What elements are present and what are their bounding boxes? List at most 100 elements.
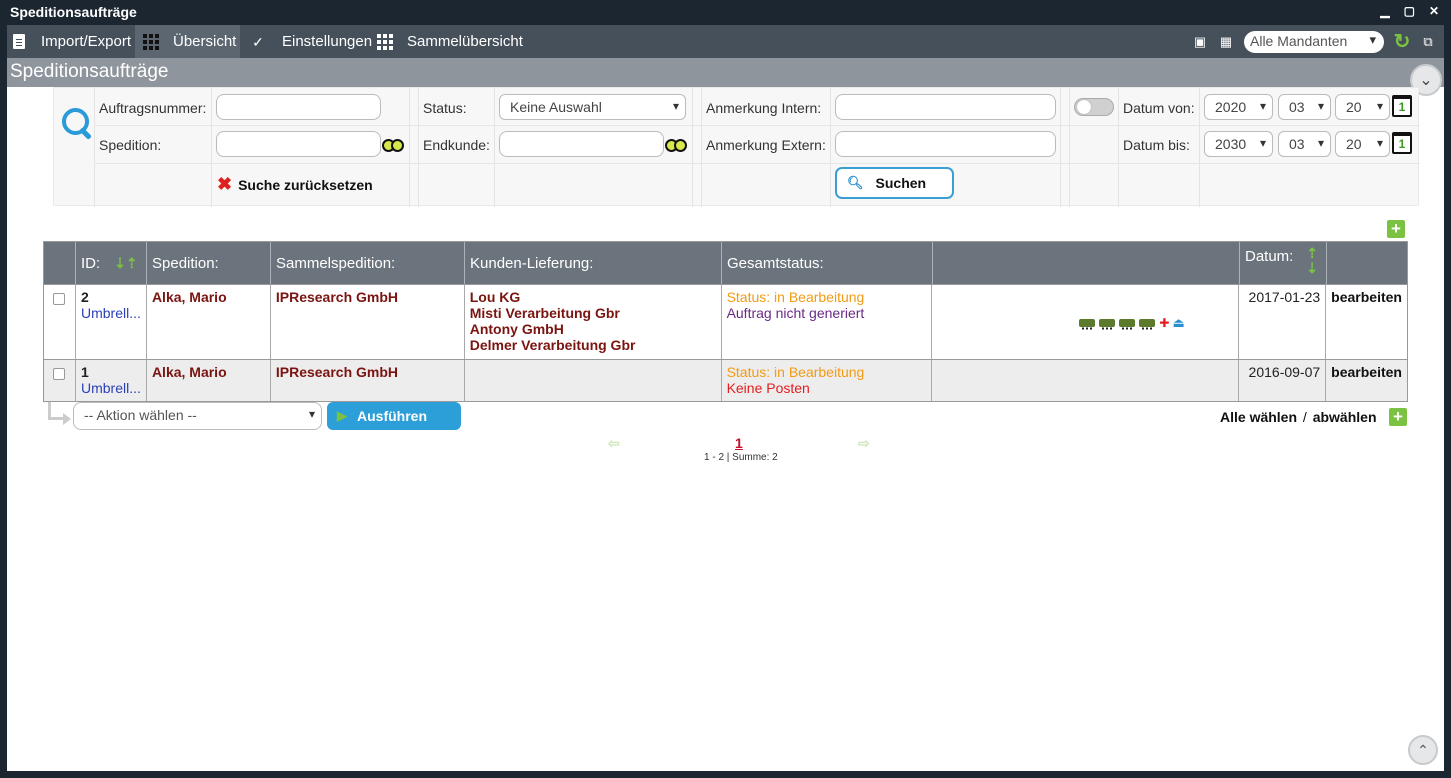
tab-einstellungen[interactable]: ✓ Einstellungen <box>250 25 372 58</box>
reset-search-button[interactable]: ✖ Suche zurücksetzen <box>217 174 373 195</box>
status-icons: ✚ ⏏ <box>1079 315 1185 331</box>
column-id[interactable]: ID: ⇣⇡ <box>76 242 147 284</box>
truck-icon[interactable] <box>1139 319 1156 330</box>
row-sub-link[interactable]: Umbrell... <box>81 380 141 396</box>
package-add-icon[interactable]: ✚ <box>1159 315 1169 331</box>
select-all-controls: Alle wählen / abwählen <box>1220 409 1377 425</box>
close-icon[interactable]: ✕ <box>1429 4 1439 18</box>
datum-bis-month[interactable]: 03 <box>1278 131 1331 157</box>
play-icon: ▶ <box>337 408 347 423</box>
app-frame: Import/Export Übersicht ✓ Einstellungen … <box>7 25 1444 771</box>
kunde-item: Delmer Verarbeitung Gbr <box>469 337 636 353</box>
truck-icon[interactable] <box>1079 319 1096 330</box>
add-button[interactable]: + <box>1387 220 1405 238</box>
next-page-icon[interactable]: ⇨ <box>858 435 870 452</box>
status-select[interactable]: Keine Auswahl <box>499 94 686 120</box>
refresh-icon[interactable]: ↻ <box>1394 31 1411 53</box>
gesamtstatus-cell: Status: in Bearbeitung Auftrag nicht gen… <box>722 285 933 359</box>
action-select[interactable]: -- Aktion wählen -- <box>73 402 322 430</box>
datum-bis-day[interactable]: 20 <box>1335 131 1390 157</box>
kunde-item: Misti Verarbeitung Gbr <box>469 305 620 321</box>
page-number[interactable]: 1 <box>735 435 743 451</box>
tab-import-export[interactable]: Import/Export <box>13 25 139 58</box>
sammelspedition-cell: IPResearch GmbH <box>271 285 465 359</box>
anmerkung-extern-input[interactable] <box>835 131 1056 157</box>
reset-search-label: Suche zurücksetzen <box>238 176 373 193</box>
truck-icon[interactable] <box>1119 319 1136 330</box>
spedition-cell: Alka, Mario <box>147 285 271 359</box>
building-icon[interactable]: ▦ <box>1218 34 1234 50</box>
id-cell: 2 Umbrell... <box>76 285 147 359</box>
toolbar: Import/Export Übersicht ✓ Einstellungen … <box>7 25 1444 58</box>
search-icon <box>62 108 92 142</box>
page-title: Speditionsaufträge <box>10 61 169 82</box>
id-cell: 1 Umbrell... <box>76 360 147 401</box>
datum-von-month[interactable]: 03 <box>1278 94 1331 120</box>
minimize-icon[interactable]: ▁ <box>1380 4 1389 18</box>
row-sub-link[interactable]: Umbrell... <box>81 305 141 321</box>
row-checkbox[interactable] <box>53 293 65 305</box>
spedition-input[interactable] <box>216 131 381 157</box>
scale-icon[interactable]: ⏏ <box>1172 315 1184 331</box>
datum-bis-year[interactable]: 2030 <box>1204 131 1273 157</box>
edit-link[interactable]: bearbeiten <box>1326 285 1407 359</box>
row-checkbox[interactable] <box>53 368 65 380</box>
calendar-icon[interactable]: 1 <box>1392 132 1412 154</box>
datum-von-year[interactable]: 2020 <box>1204 94 1273 120</box>
tab-uebersicht[interactable]: Übersicht <box>135 25 240 58</box>
execute-button[interactable]: ▶ Ausführen <box>327 402 461 430</box>
edit-link[interactable]: bearbeiten <box>1326 360 1407 401</box>
anmerkung-extern-label: Anmerkung Extern: <box>706 137 826 153</box>
datum-cell: 2017-01-23 <box>1239 285 1327 359</box>
kunden-cell <box>465 360 722 401</box>
table-row[interactable]: 1 Umbrell... Alka, Mario IPResearch GmbH… <box>44 359 1407 401</box>
toolbar-right: ▣ ▦ Alle Mandanten ↻ ⧉ <box>1192 25 1444 58</box>
column-gesamtstatus: Gesamtstatus: <box>722 242 933 284</box>
window-titlebar: Speditionsaufträge ▁ ▢ ✕ <box>0 0 1451 25</box>
select-column-header <box>44 242 76 284</box>
column-datum[interactable]: Datum: ⇡ ⇣ <box>1240 242 1327 284</box>
truck-icon[interactable] <box>1099 319 1116 330</box>
deselect-all-link[interactable]: abwählen <box>1313 409 1377 425</box>
tab-einstellungen-label: Einstellungen <box>282 33 373 50</box>
maximize-icon[interactable]: ▢ <box>1404 4 1415 18</box>
mandant-select-value: Alle Mandanten <box>1250 32 1348 49</box>
user-card-icon[interactable]: ▣ <box>1192 34 1208 50</box>
datum-bis-day-value: 20 <box>1346 136 1362 152</box>
pagination-summary: 1 - 2 | Summe: 2 <box>704 452 778 463</box>
column-sammelspedition-label: Sammelspedition: <box>276 254 396 272</box>
column-icons <box>933 242 1240 284</box>
table-row[interactable]: 2 Umbrell... Alka, Mario IPResearch GmbH… <box>44 284 1407 359</box>
auftragsnummer-input[interactable] <box>216 94 381 120</box>
mandant-select[interactable]: Alle Mandanten <box>1244 30 1384 53</box>
endkunde-label: Endkunde: <box>423 137 490 153</box>
status-text: Status: in Bearbeitung <box>726 289 865 305</box>
datum-von-day[interactable]: 20 <box>1335 94 1390 120</box>
anmerkung-intern-label: Anmerkung Intern: <box>706 100 822 116</box>
status-select-value: Keine Auswahl <box>510 99 602 115</box>
search-button[interactable]: 🔍︎ Suchen <box>835 167 954 199</box>
sort-arrows-icon[interactable]: ⇣⇡ <box>114 255 137 272</box>
icons-cell: ✚ ⏏ <box>932 285 1240 359</box>
binoculars-icon[interactable] <box>382 138 404 152</box>
calendar-icon[interactable]: 1 <box>1392 95 1412 117</box>
prev-page-icon[interactable]: ⇦ <box>608 435 620 452</box>
status-detail: Auftrag nicht generiert <box>726 305 865 321</box>
anmerkung-intern-input[interactable] <box>835 94 1056 120</box>
tab-sammeluebersicht[interactable]: Sammelübersicht <box>377 25 523 58</box>
endkunde-input[interactable] <box>499 131 664 157</box>
datum-von-label: Datum von: <box>1123 100 1195 116</box>
column-spedition: Spedition: <box>147 242 271 284</box>
select-all-link[interactable]: Alle wählen <box>1220 409 1297 425</box>
column-kunden: Kunden-Lieferung: <box>465 242 722 284</box>
date-filter-toggle[interactable] <box>1074 98 1114 116</box>
scroll-to-top-button[interactable]: ⌃ <box>1408 735 1438 765</box>
search-button-label: Suchen <box>875 175 927 191</box>
status-text: Status: in Bearbeitung <box>726 364 865 380</box>
sort-arrows-icon[interactable]: ⇡ ⇣ <box>1306 246 1318 276</box>
add-button[interactable]: + <box>1389 408 1407 426</box>
search-icon: 🔍︎ <box>847 175 864 190</box>
window-restore-icon[interactable]: ⧉ <box>1420 34 1436 50</box>
row-id: 1 <box>80 364 89 380</box>
binoculars-icon[interactable] <box>665 138 687 152</box>
